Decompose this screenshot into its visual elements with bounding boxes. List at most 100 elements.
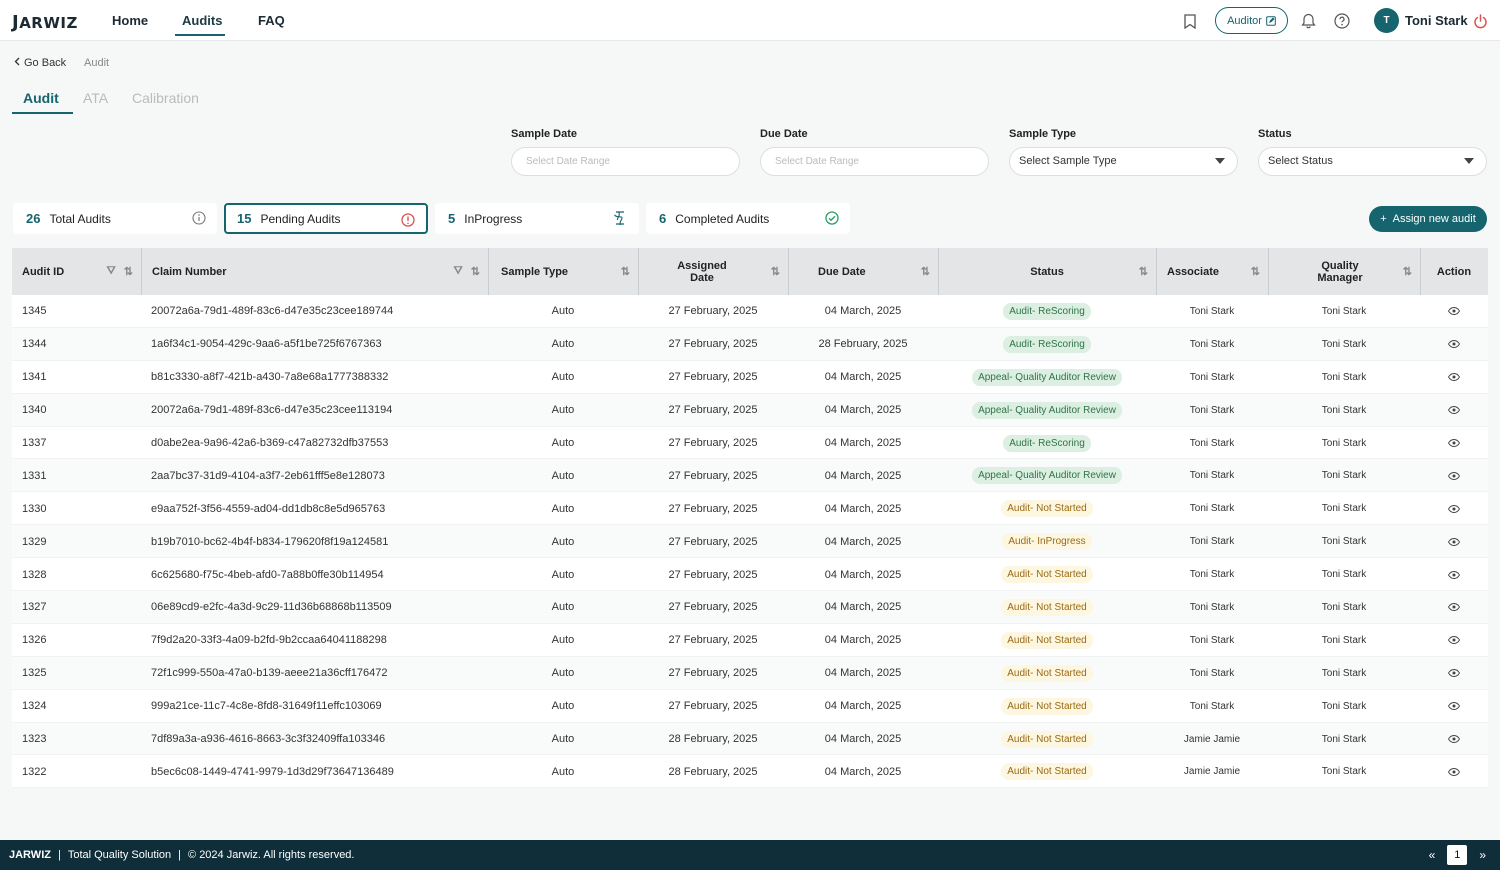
sort-icon[interactable]: ⇅ bbox=[471, 265, 480, 278]
go-back-link[interactable]: Go Back bbox=[14, 57, 66, 69]
sample-type-select[interactable]: Select Sample Type bbox=[1009, 147, 1238, 176]
col-audit-id[interactable]: Audit ID ⛛ ⇅ bbox=[22, 248, 141, 295]
col-assigned-date[interactable]: Assigned Date ⇅ bbox=[638, 248, 788, 295]
table-row[interactable]: 1340 20072a6a-79d1-489f-83c6-d47e35c23cee… bbox=[12, 393, 1488, 427]
cell-claim: 7f9d2a20-33f3-4a09-b2fd-9b2ccaa640411882… bbox=[151, 634, 387, 647]
assign-new-audit-button[interactable]: + Assign new audit bbox=[1369, 206, 1487, 232]
tab-audit[interactable]: Audit bbox=[23, 90, 59, 106]
stat-label: InProgress bbox=[464, 211, 523, 226]
eye-icon[interactable] bbox=[1448, 340, 1460, 349]
bell-icon[interactable] bbox=[1298, 11, 1318, 31]
due-date-input[interactable]: Select Date Range bbox=[760, 147, 989, 176]
eye-icon[interactable] bbox=[1448, 603, 1460, 612]
prev-page-icon[interactable]: « bbox=[1429, 848, 1436, 862]
col-sample-type[interactable]: Sample Type ⇅ bbox=[501, 248, 638, 295]
col-quality-manager[interactable]: Quality Manager ⇅ bbox=[1268, 248, 1420, 295]
cell-action bbox=[1420, 295, 1488, 328]
nav-home[interactable]: Home bbox=[112, 13, 148, 28]
cell-due: 04 March, 2025 bbox=[824, 568, 902, 581]
table-row[interactable]: 1337 d0abe2ea-9a96-42a6-b369-c47a82732dfb… bbox=[12, 427, 1488, 460]
status-badge: Audit- Not Started bbox=[1001, 598, 1093, 616]
cell-due: 04 March, 2025 bbox=[824, 305, 902, 318]
eye-icon[interactable] bbox=[1448, 504, 1460, 513]
table-row[interactable]: 1329 b19b7010-bc62-4b4f-b834-179620f8f19a… bbox=[12, 525, 1488, 559]
cell-action bbox=[1420, 755, 1488, 788]
sort-icon[interactable]: ⇅ bbox=[124, 265, 133, 278]
cell-associate: Toni Stark bbox=[1189, 700, 1235, 712]
user-name[interactable]: Toni Stark bbox=[1405, 13, 1468, 28]
sort-icon[interactable]: ⇅ bbox=[1139, 265, 1148, 278]
bookmark-icon[interactable] bbox=[1180, 11, 1200, 31]
brand-logo[interactable]: JARWIZ bbox=[12, 12, 78, 33]
cell-associate: Toni Stark bbox=[1189, 404, 1235, 416]
top-navbar: JARWIZ Home Audits FAQ Auditor T Toni St… bbox=[0, 0, 1500, 41]
sample-date-input[interactable]: Select Date Range bbox=[511, 147, 740, 176]
table-row[interactable]: 1331 2aa7bc37-31d9-4104-a3f7-2eb61fff5e8e… bbox=[12, 459, 1488, 493]
cell-id: 1344 bbox=[22, 338, 47, 351]
cell-associate: Toni Stark bbox=[1189, 503, 1235, 515]
eye-icon[interactable] bbox=[1448, 636, 1460, 645]
col-due-date[interactable]: Due Date ⇅ bbox=[818, 248, 938, 295]
eye-icon[interactable] bbox=[1448, 735, 1460, 743]
table-row[interactable]: 1341 b81c3330-a8f7-421b-a430-7a8e68a17773… bbox=[12, 361, 1488, 394]
cell-manager: Toni Stark bbox=[1321, 470, 1367, 482]
table-row[interactable]: 1327 06e89cd9-e2fc-4a3d-9c29-11d36b68868b… bbox=[12, 591, 1488, 624]
sort-icon[interactable]: ⇅ bbox=[1251, 265, 1260, 278]
table-row[interactable]: 1344 1a6f34c1-9054-429c-9aa6-a5f1be725f67… bbox=[12, 327, 1488, 361]
table-row[interactable]: 1345 20072a6a-79d1-489f-83c6-d47e35c23cee… bbox=[12, 295, 1488, 328]
table-row[interactable]: 1322 b5ec6c08-1449-4741-9979-1d3d29f73647… bbox=[12, 755, 1488, 789]
table-row[interactable]: 1323 7df89a3a-a936-4616-8663-3c3f32409ffa… bbox=[12, 722, 1488, 756]
help-icon[interactable] bbox=[1332, 11, 1352, 31]
stat-total-audits[interactable]: 26 Total Audits bbox=[13, 203, 217, 234]
stat-completed-audits[interactable]: 6 Completed Audits bbox=[646, 203, 850, 234]
status-badge: Audit- InProgress bbox=[1002, 533, 1092, 551]
cell-id: 1337 bbox=[22, 437, 47, 449]
col-status[interactable]: Status ⇅ bbox=[938, 248, 1156, 295]
next-page-icon[interactable]: » bbox=[1479, 848, 1486, 862]
eye-icon[interactable] bbox=[1448, 702, 1460, 711]
status-badge: Audit- Not Started bbox=[1001, 730, 1093, 748]
sort-icon[interactable]: ⇅ bbox=[1403, 265, 1412, 278]
status-select[interactable]: Select Status bbox=[1258, 147, 1487, 176]
eye-icon[interactable] bbox=[1448, 570, 1460, 579]
col-claim-number[interactable]: Claim Number ⛛ ⇅ bbox=[152, 248, 488, 295]
col-associate[interactable]: Associate ⇅ bbox=[1167, 248, 1268, 295]
eye-icon[interactable] bbox=[1448, 537, 1460, 546]
cell-status: Appeal- Quality Auditor Review bbox=[938, 361, 1156, 394]
eye-icon[interactable] bbox=[1448, 307, 1460, 316]
sort-icon[interactable]: ⇅ bbox=[621, 265, 630, 278]
page-number[interactable]: 1 bbox=[1447, 845, 1468, 865]
footer-brand: JARWIZ bbox=[9, 849, 51, 861]
table-row[interactable]: 1326 7f9d2a20-33f3-4a09-b2fd-9b2ccaa64041… bbox=[12, 624, 1488, 657]
nav-audits[interactable]: Audits bbox=[182, 13, 222, 28]
stat-count: 26 bbox=[26, 211, 41, 226]
sample-type-value: Select Sample Type bbox=[1019, 155, 1117, 167]
cell-type: Auto bbox=[551, 700, 575, 713]
sort-icon[interactable]: ⇅ bbox=[771, 265, 780, 278]
eye-icon[interactable] bbox=[1448, 669, 1460, 678]
cell-id: 1328 bbox=[22, 568, 47, 581]
eye-icon[interactable] bbox=[1448, 373, 1460, 382]
tab-ata[interactable]: ATA bbox=[83, 90, 108, 106]
eye-icon[interactable] bbox=[1448, 767, 1460, 776]
table-row[interactable]: 1324 999a21ce-11c7-4c8e-8fd8-31649f11effc… bbox=[12, 690, 1488, 723]
role-button[interactable]: Auditor bbox=[1215, 7, 1288, 34]
cell-status: Audit- Not Started bbox=[938, 690, 1156, 723]
filter-icon[interactable]: ⛛ bbox=[107, 265, 116, 278]
nav-faq[interactable]: FAQ bbox=[258, 13, 285, 28]
stat-pending-audits[interactable]: 15 Pending Audits bbox=[224, 203, 428, 234]
stat-inprogress[interactable]: 5 InProgress bbox=[435, 203, 639, 234]
table-row[interactable]: 1330 e9aa752f-3f56-4559-ad04-dd1db8c8e5d9… bbox=[12, 492, 1488, 526]
eye-icon[interactable] bbox=[1448, 439, 1460, 447]
table-row[interactable]: 1325 72f1c999-550a-47a0-b139-aeee21a36cff… bbox=[12, 656, 1488, 690]
eye-icon[interactable] bbox=[1448, 471, 1460, 480]
cell-assigned: 27 February, 2025 bbox=[668, 404, 758, 417]
power-icon[interactable] bbox=[1470, 11, 1490, 31]
sort-icon[interactable]: ⇅ bbox=[921, 265, 930, 278]
avatar[interactable]: T bbox=[1374, 8, 1399, 33]
filter-icon[interactable]: ⛛ bbox=[454, 265, 463, 278]
tab-calibration[interactable]: Calibration bbox=[132, 90, 199, 106]
eye-icon[interactable] bbox=[1448, 406, 1460, 415]
cell-due: 04 March, 2025 bbox=[824, 765, 902, 778]
table-row[interactable]: 1328 6c625680-f75c-4beb-afd0-7a88b0ffe30b… bbox=[12, 558, 1488, 592]
